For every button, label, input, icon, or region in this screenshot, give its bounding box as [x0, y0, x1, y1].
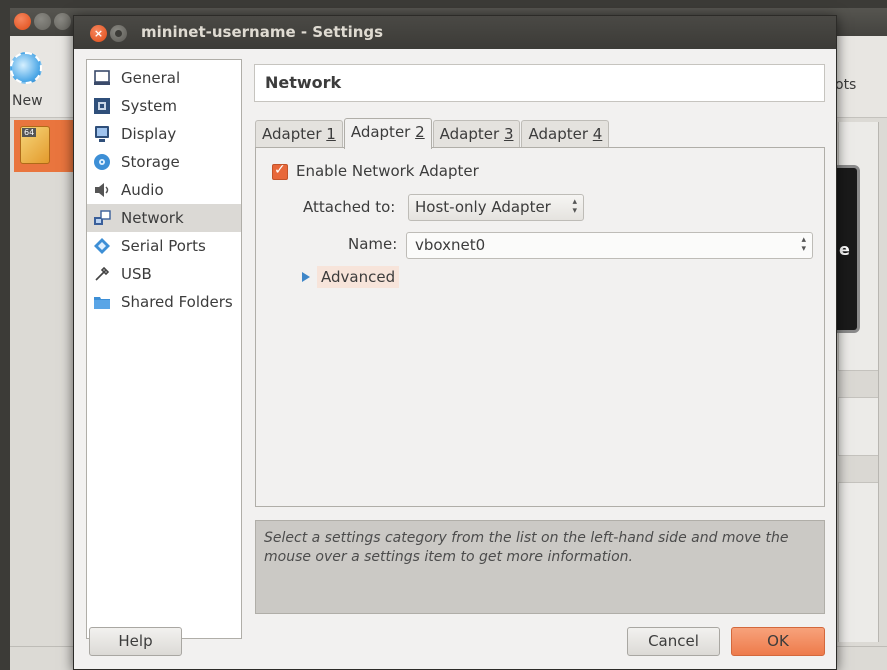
sidebar-item-label: Display — [121, 125, 177, 143]
ok-button[interactable]: OK — [731, 627, 825, 656]
details-scrollbar[interactable] — [878, 122, 887, 642]
sidebar-item-general[interactable]: General — [87, 64, 241, 92]
cancel-button[interactable]: Cancel — [627, 627, 720, 656]
tab-adapter-2[interactable]: Adapter 2 — [343, 118, 432, 149]
adapter-tab-panel: Enable Network Adapter Attached to: Host… — [255, 147, 825, 507]
details-section-header — [838, 455, 880, 483]
manager-minimize-icon[interactable] — [34, 13, 51, 30]
sidebar-item-label: Shared Folders — [121, 293, 233, 311]
name-select[interactable]: vboxnet0 ▴ ▾ — [406, 232, 813, 259]
network-icon — [91, 207, 113, 229]
dialog-close-icon[interactable]: × — [90, 25, 107, 42]
info-text: Select a settings category from the list… — [255, 520, 825, 614]
system-icon — [91, 95, 113, 117]
details-section-header — [838, 370, 880, 398]
adapter-tabs: Adapter 1 Adapter 2 Adapter 3 Adapter 4 — [255, 118, 610, 149]
attached-to-label: Attached to: — [303, 198, 396, 216]
settings-category-list: General System Display Storage Audio Net… — [86, 59, 242, 639]
serial-ports-icon — [91, 235, 113, 257]
enable-adapter-checkbox[interactable] — [272, 162, 288, 180]
dialog-titlebar: × mininet-username - Settings — [74, 16, 836, 49]
attached-to-select[interactable]: Host-only Adapter ▴ ▾ — [408, 194, 584, 221]
sidebar-item-label: Serial Ports — [121, 237, 206, 255]
manager-close-icon[interactable] — [14, 13, 31, 30]
new-vm-label[interactable]: New — [12, 93, 43, 109]
sidebar-item-serial-ports[interactable]: Serial Ports — [87, 232, 241, 260]
new-vm-icon[interactable] — [10, 52, 42, 84]
help-button[interactable]: Help — [89, 627, 182, 656]
sidebar-item-system[interactable]: System — [87, 92, 241, 120]
name-label: Name: — [348, 235, 398, 253]
sidebar-item-audio[interactable]: Audio — [87, 176, 241, 204]
sidebar-item-usb[interactable]: USB — [87, 260, 241, 288]
preview-text: e — [839, 240, 850, 259]
sidebar-item-shared-folders[interactable]: Shared Folders — [87, 288, 241, 316]
settings-dialog: × mininet-username - Settings General Sy… — [73, 15, 837, 670]
display-icon — [91, 123, 113, 145]
storage-icon — [91, 151, 113, 173]
general-icon — [91, 67, 113, 89]
tab-adapter-1[interactable]: Adapter 1 — [255, 120, 343, 148]
sidebar-item-label: Network — [121, 209, 184, 227]
page-title-box: Network — [254, 64, 825, 102]
enable-adapter-label[interactable]: Enable Network Adapter — [296, 162, 479, 180]
expand-arrow-icon[interactable] — [302, 272, 310, 282]
sidebar-item-label: Audio — [121, 181, 164, 199]
folder-icon — [91, 291, 113, 313]
select-spinner-icon: ▴ ▾ — [801, 235, 806, 254]
advanced-toggle[interactable]: Advanced — [317, 266, 400, 288]
snapshots-label-partial[interactable]: ots — [835, 77, 856, 93]
sidebar-item-label: General — [121, 69, 181, 87]
dialog-title: mininet-username - Settings — [141, 23, 384, 41]
sidebar-item-storage[interactable]: Storage — [87, 148, 241, 176]
audio-icon — [91, 179, 113, 201]
sidebar-item-label: USB — [121, 265, 152, 283]
page-title: Network — [265, 73, 342, 92]
sidebar-item-display[interactable]: Display — [87, 120, 241, 148]
sidebar-item-label: System — [121, 97, 177, 115]
vm-arch-badge: 64 — [22, 128, 37, 137]
attached-to-value: Host-only Adapter — [415, 198, 551, 216]
sidebar-item-network[interactable]: Network — [87, 204, 241, 232]
name-value: vboxnet0 — [415, 236, 486, 254]
usb-icon — [91, 263, 113, 285]
select-spinner-icon: ▴ ▾ — [572, 197, 577, 216]
dialog-minimize-icon[interactable] — [110, 25, 127, 42]
sidebar-item-label: Storage — [121, 153, 180, 171]
tab-adapter-4[interactable]: Adapter 4 — [521, 120, 610, 148]
tab-adapter-3[interactable]: Adapter 3 — [432, 120, 521, 148]
manager-maximize-icon[interactable] — [54, 13, 71, 30]
